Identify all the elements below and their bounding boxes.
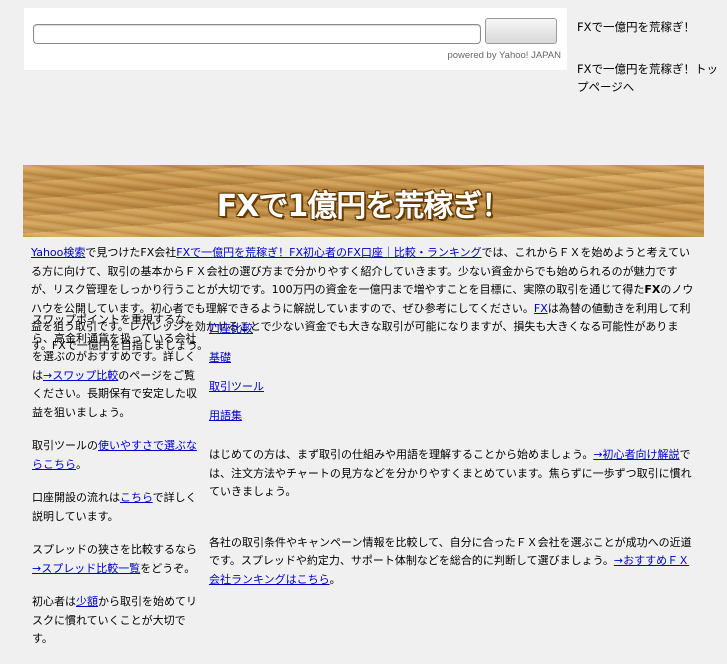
powered-by-label: powered by Yahoo! JAPAN — [447, 50, 561, 61]
main-text: 。 — [329, 572, 341, 586]
spread-link[interactable]: →スプレッド比較一覧 — [32, 562, 140, 575]
left-text: をどうぞ。 — [140, 561, 196, 575]
left-text: 口座開設の流れは — [32, 491, 120, 504]
main-paragraph: 各社の取引条件やキャンペーン情報を比較して、自分に合ったＦＸ会社を選ぶことが成功… — [209, 534, 699, 590]
left-paragraph: スワップポイントを重視するなら、高金利通貨を扱っている会社を選ぶのがおすすめです… — [32, 311, 198, 422]
search-input[interactable] — [33, 24, 481, 44]
intro-text: で見つけたFX会社 — [85, 246, 177, 259]
side-links: FXで一億円を荒稼ぎ！ FXで一億円を荒稼ぎ！トップページへ — [577, 18, 722, 102]
beginner-guide-link[interactable]: →初心者向け解説 — [593, 448, 679, 461]
left-paragraph: 口座開設の流れはこちらで詳しく説明しています。 — [32, 489, 198, 526]
small-amount-link[interactable]: 少額 — [76, 595, 98, 608]
yahoo-search-box: powered by Yahoo! JAPAN — [24, 8, 567, 70]
spread-link-text: →スプレッド比較 — [32, 561, 119, 575]
main-content: はじめての方は、まず取引の仕組みや用語を理解することから始めましょう。→初心者向… — [209, 446, 699, 621]
nav-link-tools[interactable]: 取引ツール — [209, 378, 329, 407]
fx-link[interactable]: FX — [534, 302, 548, 315]
site-title-link[interactable]: FXで一億円を荒稼ぎ！FX初心者のFX口座｜比較・ランキング — [176, 246, 481, 259]
nav-link-compare[interactable]: 口座比較 — [209, 320, 329, 349]
left-text: 。 — [76, 457, 87, 471]
left-text: 取引ツールの — [32, 439, 98, 452]
left-paragraph: 初心者は少額から取引を始めてリスクに慣れていくことが大切です。 — [32, 593, 198, 649]
header-banner: FXで1億円を荒稼ぎ！ — [23, 165, 704, 237]
side-link-title[interactable]: FXで一億円を荒稼ぎ！ — [577, 18, 722, 36]
nav-link-glossary[interactable]: 用語集 — [209, 407, 329, 436]
left-paragraph: 取引ツールの使いやすさで選ぶならこちら。 — [32, 437, 198, 474]
intro-bold: FX — [644, 283, 661, 296]
left-column: スワップポイントを重視するなら、高金利通貨を扱っている会社を選ぶのがおすすめです… — [32, 311, 198, 664]
left-paragraph: スプレッドの狭さを比較するなら→スプレッド比較一覧をどうぞ。 — [32, 541, 198, 578]
yahoo-search-link[interactable]: Yahoo検索 — [31, 246, 85, 259]
spread-link-text: 一覧 — [118, 561, 141, 575]
swap-link[interactable]: →スワップ比較 — [43, 369, 118, 382]
main-text: はじめての方は、まず取引の仕組みや用語を理解することから始めましょう。 — [209, 448, 594, 461]
banner-title: FXで1億円を荒稼ぎ！ — [216, 189, 512, 224]
nav-links: 口座比較 基礎 取引ツール 用語集 — [209, 320, 329, 436]
side-link-top-page[interactable]: FXで一億円を荒稼ぎ！トップページへ — [577, 60, 722, 96]
account-link[interactable]: こちら — [120, 491, 153, 504]
main-paragraph: はじめての方は、まず取引の仕組みや用語を理解することから始めましょう。→初心者向… — [209, 446, 699, 502]
nav-link-basics[interactable]: 基礎 — [209, 349, 329, 378]
left-text: 初心者は — [32, 595, 76, 608]
search-button[interactable] — [485, 18, 557, 44]
